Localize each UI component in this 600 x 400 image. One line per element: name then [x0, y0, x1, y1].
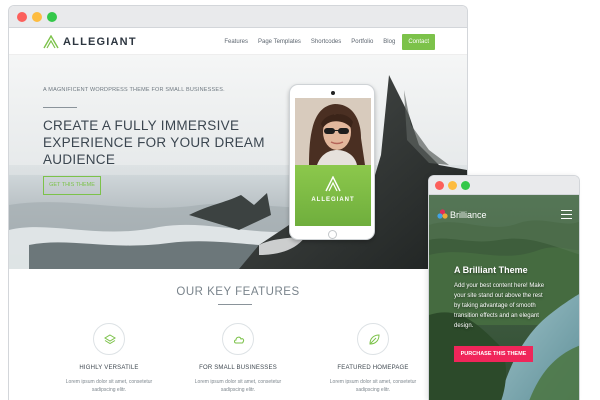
allegiant-logo-icon: [43, 35, 59, 49]
hamburger-line: [561, 218, 572, 219]
hero-section: A MAGNIFICENT WORDPRESS THEME FOR SMALL …: [9, 55, 467, 269]
tablet-logo-icon: [325, 176, 341, 192]
feature-text-line: Lorem ipsum dolor sit amet, consetetur: [329, 379, 417, 385]
tablet-brand-text: ALLEGIANT: [311, 197, 355, 203]
nav-portfolio[interactable]: Portfolio: [351, 39, 373, 45]
feature-text: Lorem ipsum dolor sit amet, consetetur s…: [178, 378, 298, 394]
mobile-description-line: design.: [454, 323, 474, 329]
nav-page-templates[interactable]: Page Templates: [258, 39, 301, 45]
tablet-mockup: ALLEGIANT: [289, 84, 375, 240]
feature-title: FOR SMALL BUSINESSES: [199, 365, 277, 371]
minimize-dot[interactable]: [32, 12, 42, 22]
maximize-dot[interactable]: [47, 12, 57, 22]
mobile-window-chrome: [429, 176, 579, 195]
hero-title-line: EXPERIENCE FOR YOUR DREAM: [43, 135, 265, 150]
hamburger-icon[interactable]: [561, 210, 572, 219]
mobile-description-line: by taking advantage of smooth: [454, 303, 536, 309]
feature-text-line: sadipscing elitr.: [91, 387, 127, 393]
close-dot[interactable]: [17, 12, 27, 22]
hamburger-line: [561, 214, 572, 215]
feature-text-line: sadipscing elitr.: [220, 387, 256, 393]
mobile-description: Add your best content here! Make your si…: [454, 281, 579, 331]
brilliance-logo-icon: [437, 209, 448, 219]
nav-features[interactable]: Features: [224, 39, 248, 45]
feature-text-line: Lorem ipsum dolor sit amet, consetetur: [65, 379, 153, 385]
feature-title: HIGHLY VERSATILE: [79, 365, 139, 371]
tablet-screen: ALLEGIANT: [295, 98, 371, 226]
woman-sunglasses-photo: [295, 98, 371, 165]
hamburger-line: [561, 210, 572, 211]
feature-icon-circle: [222, 323, 254, 355]
mobile-description-line: your site stand out above the rest: [454, 293, 543, 299]
feature-text: Lorem ipsum dolor sit amet, consetetur s…: [313, 378, 433, 394]
site-header: ALLEGIANT Features Page Templates Shortc…: [9, 28, 467, 55]
hero-tagline: A MAGNIFICENT WORDPRESS THEME FOR SMALL …: [43, 87, 225, 93]
nav-shortcodes[interactable]: Shortcodes: [311, 39, 341, 45]
feature-text-line: sadipscing elitr.: [355, 387, 391, 393]
tablet-home-button: [328, 230, 337, 239]
maximize-dot[interactable]: [461, 181, 470, 190]
desktop-window-chrome: [9, 6, 467, 28]
nav-blog[interactable]: Blog: [383, 39, 395, 45]
feature-text-line: Lorem ipsum dolor sit amet, consetetur: [194, 379, 282, 385]
feature-text: Lorem ipsum dolor sit amet, consetetur s…: [49, 378, 169, 394]
layers-icon: [104, 334, 116, 345]
feature-icon-circle: [357, 323, 389, 355]
mobile-browser-mockup: Brilliance A Brilliant Theme Add your be…: [428, 175, 580, 400]
mobile-hero: Brilliance A Brilliant Theme Add your be…: [429, 195, 579, 400]
desktop-browser-mockup: ALLEGIANT Features Page Templates Shortc…: [8, 5, 468, 400]
mobile-heading: A Brilliant Theme: [454, 265, 528, 275]
tablet-camera: [331, 91, 335, 95]
feature-card: FEATURED HOMEPAGE Lorem ipsum dolor sit …: [313, 323, 433, 394]
hero-divider: [43, 107, 77, 108]
feature-icon-circle: [93, 323, 125, 355]
features-section: OUR KEY FEATURES HIGHLY VERSATILE Lorem …: [9, 269, 467, 400]
close-dot[interactable]: [435, 181, 444, 190]
features-heading: OUR KEY FEATURES: [176, 286, 300, 298]
nav-contact-button[interactable]: Contact: [402, 34, 435, 50]
hero-title: CREATE A FULLY IMMERSIVE EXPERIENCE FOR …: [43, 117, 273, 168]
features-divider: [218, 304, 252, 305]
feature-card: HIGHLY VERSATILE Lorem ipsum dolor sit a…: [49, 323, 169, 394]
mobile-description-line: transition effects and an elegant: [454, 313, 539, 319]
mobile-description-line: Add your best content here! Make: [454, 283, 545, 289]
mobile-brand-text[interactable]: Brilliance: [450, 210, 487, 220]
main-nav: Features Page Templates Shortcodes Portf…: [224, 34, 435, 50]
minimize-dot[interactable]: [448, 181, 457, 190]
cloud-icon: [234, 336, 245, 344]
tablet-green-panel: [295, 165, 371, 226]
site-logo-text: ALLEGIANT: [63, 36, 137, 48]
feature-card: FOR SMALL BUSINESSES Lorem ipsum dolor s…: [178, 323, 298, 394]
feature-title: FEATURED HOMEPAGE: [337, 365, 409, 371]
hero-title-line: AUDIENCE: [43, 152, 116, 167]
purchase-theme-button[interactable]: PURCHASE THIS THEME: [454, 346, 533, 362]
hero-title-line: CREATE A FULLY IMMERSIVE: [43, 118, 240, 133]
get-theme-button[interactable]: GET THIS THEME: [43, 176, 101, 195]
leaf-icon: [369, 334, 380, 345]
